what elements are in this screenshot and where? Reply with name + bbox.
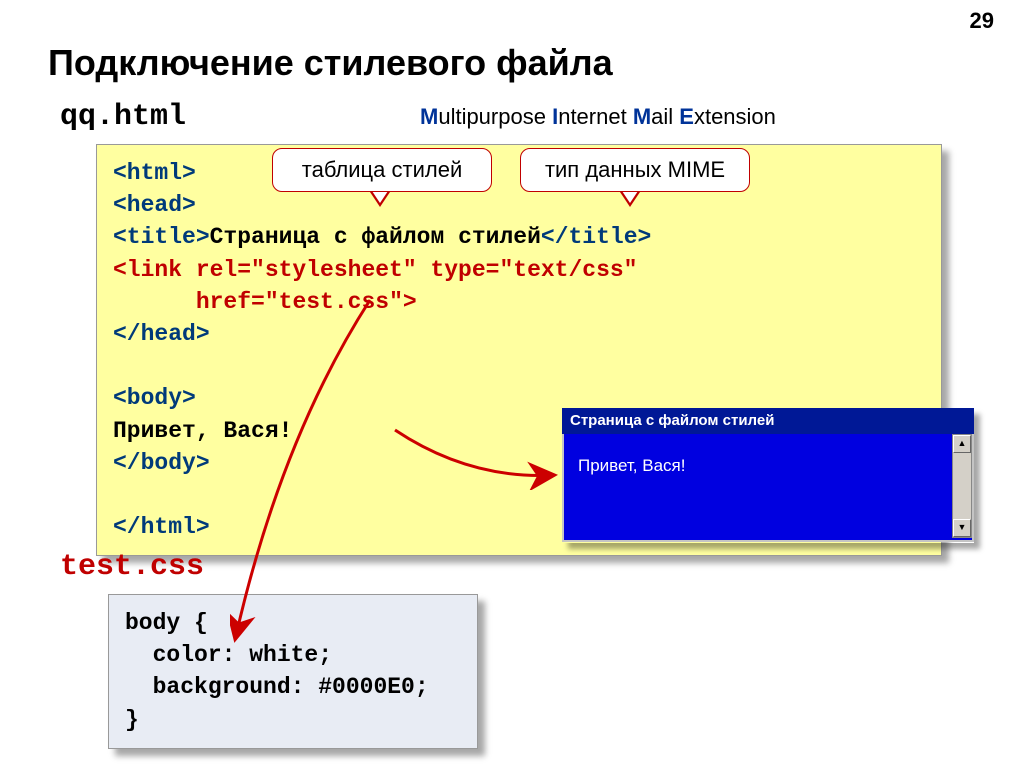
scroll-up-icon[interactable]: ▲ <box>953 435 971 453</box>
callout-stylesheet: таблица стилей <box>272 148 492 192</box>
scrollbar[interactable]: ▲ ▼ <box>952 434 972 538</box>
code-line: <body> <box>113 385 196 411</box>
browser-content: Привет, Вася! <box>564 434 972 498</box>
mime-text: xtension <box>694 104 776 129</box>
mime-expansion: Multipurpose Internet Mail Extension <box>420 104 776 130</box>
code-line: <title> <box>113 224 210 250</box>
code-text: Привет, Вася! <box>113 418 292 444</box>
filename-css: test.css <box>60 550 204 584</box>
code-line: </body> <box>113 450 210 476</box>
page-title: Подключение стилевого файла <box>48 42 613 84</box>
code-line: color: white; <box>125 642 332 668</box>
code-line: </title> <box>541 224 651 250</box>
mime-letter: M <box>420 104 438 129</box>
code-line: background: #0000E0; <box>125 674 429 700</box>
browser-title-bar: Страница с файлом стилей <box>562 408 974 434</box>
scroll-down-icon[interactable]: ▼ <box>953 519 971 537</box>
code-line: body { <box>125 610 208 636</box>
code-text: Страница с файлом стилей <box>210 224 541 250</box>
callout-tail-icon <box>370 192 390 207</box>
mime-text: ail <box>651 104 679 129</box>
code-line: </head> <box>113 321 210 347</box>
browser-body: Привет, Вася! ▲ ▼ <box>562 434 974 542</box>
mime-text: ultipurpose <box>438 104 552 129</box>
code-link-line: <link rel="stylesheet" type="text/css" <box>113 257 638 283</box>
callout-tail-icon <box>620 192 640 207</box>
filename-html: qq.html <box>60 100 186 134</box>
mime-letter: M <box>633 104 651 129</box>
page-number: 29 <box>970 8 994 34</box>
callout-mime-type: тип данных MIME <box>520 148 750 192</box>
code-href-value: test.css <box>279 289 389 315</box>
code-line: } <box>125 707 139 733</box>
code-line: </html> <box>113 514 210 540</box>
css-code-block: body { color: white; background: #0000E0… <box>108 594 478 749</box>
code-line: <head> <box>113 192 196 218</box>
code-line: <html> <box>113 160 196 186</box>
code-link-line: href=" <box>113 289 279 315</box>
browser-preview: Страница с файлом стилей Привет, Вася! ▲… <box>562 408 974 543</box>
mime-letter: E <box>679 104 694 129</box>
mime-text: nternet <box>558 104 633 129</box>
code-link-line: "> <box>389 289 417 315</box>
